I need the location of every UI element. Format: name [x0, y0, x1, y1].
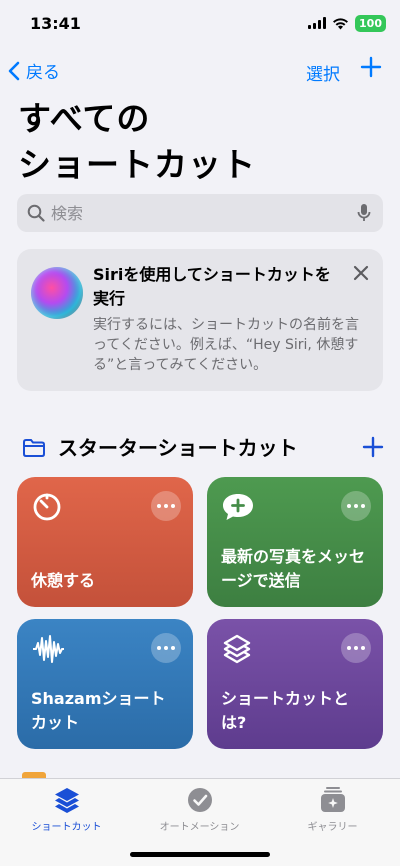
- add-folder-icon[interactable]: [362, 436, 384, 458]
- nav-bar: 戻る 選択: [0, 52, 400, 88]
- gallery-icon: [320, 787, 345, 812]
- folder-icon: [23, 439, 45, 457]
- home-indicator: [130, 852, 270, 857]
- plus-icon: [360, 56, 382, 78]
- tile-label: 最新の写真をメッセージで送信: [221, 547, 366, 590]
- select-button[interactable]: 選択: [306, 60, 340, 85]
- more-options-button[interactable]: [341, 491, 371, 521]
- battery-indicator: 100: [355, 14, 386, 32]
- chevron-left-icon: [8, 61, 20, 80]
- wifi-icon: [333, 17, 349, 29]
- tab-gallery[interactable]: ギャラリー: [266, 785, 399, 833]
- more-options-button[interactable]: [151, 633, 181, 663]
- shortcuts-icon: [54, 788, 79, 813]
- shortcut-tile-shazam[interactable]: Shazamショートカット: [17, 619, 193, 749]
- search-bar[interactable]: [17, 194, 383, 232]
- close-button[interactable]: [353, 265, 369, 285]
- tab-label: ショートカット: [31, 822, 102, 833]
- search-input[interactable]: [51, 194, 351, 232]
- tile-label: Shazamショートカット: [31, 689, 166, 732]
- shortcuts-stack-icon: [223, 634, 251, 664]
- shortcut-tile-send-photo[interactable]: 最新の写真をメッセージで送信: [207, 477, 383, 607]
- page-title: すべての ショートカット: [18, 96, 378, 188]
- automation-icon: [187, 788, 212, 812]
- tile-label: 休憩する: [31, 571, 96, 590]
- microphone-icon[interactable]: [357, 203, 371, 223]
- shortcut-tile-rest[interactable]: 休憩する: [17, 477, 193, 607]
- more-options-button[interactable]: [341, 633, 371, 663]
- search-icon: [27, 204, 45, 222]
- status-icons: 100: [308, 14, 386, 32]
- close-icon: [353, 265, 369, 281]
- tile-label: ショートカットとは?: [221, 689, 350, 732]
- siri-tip-body: 実行するには、ショートカットの名前を言ってください。例えば、“Hey Siri,…: [93, 317, 359, 373]
- status-time: 13:41: [30, 14, 81, 33]
- back-button-label: 戻る: [26, 63, 60, 83]
- shortcut-tile-about-shortcuts[interactable]: ショートカットとは?: [207, 619, 383, 749]
- back-button[interactable]: 戻る: [8, 58, 60, 83]
- more-options-button[interactable]: [151, 491, 181, 521]
- starter-shortcuts-header: スターターショートカット: [22, 434, 384, 462]
- cellular-signal-icon: [308, 17, 327, 29]
- message-plus-icon: [223, 494, 253, 520]
- siri-icon: [31, 267, 83, 319]
- new-shortcut-button[interactable]: [360, 56, 382, 82]
- tab-automation[interactable]: オートメーション: [133, 785, 266, 833]
- siri-tip-card: Siriを使用してショートカットを実行 実行するには、ショートカットの名前を言っ…: [17, 249, 383, 391]
- status-bar: 13:41 100: [0, 0, 400, 50]
- section-title: スターターショートカット: [58, 436, 298, 460]
- page-title-line-1: すべての: [18, 99, 151, 138]
- tab-shortcuts[interactable]: ショートカット: [0, 785, 133, 833]
- page-title-line-2: ショートカット: [18, 145, 256, 184]
- tab-label: ギャラリー: [307, 822, 358, 833]
- tab-label: オートメーション: [159, 822, 240, 833]
- timer-icon: [33, 493, 61, 521]
- siri-tip-title: Siriを使用してショートカットを実行: [93, 265, 331, 308]
- waveform-icon: [33, 635, 64, 663]
